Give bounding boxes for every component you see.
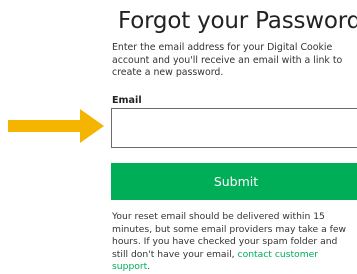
- email-input[interactable]: [111, 108, 357, 148]
- page-title: Forgot your Password?: [118, 8, 357, 34]
- email-label: Email: [112, 95, 142, 106]
- right-arrow-icon: [8, 109, 104, 143]
- intro-text: Enter the email address for your Digital…: [112, 42, 343, 78]
- reset-note: Your reset email should be delivered wit…: [112, 211, 352, 274]
- reset-note-end: .: [147, 261, 151, 273]
- submit-button[interactable]: Submit: [111, 163, 357, 200]
